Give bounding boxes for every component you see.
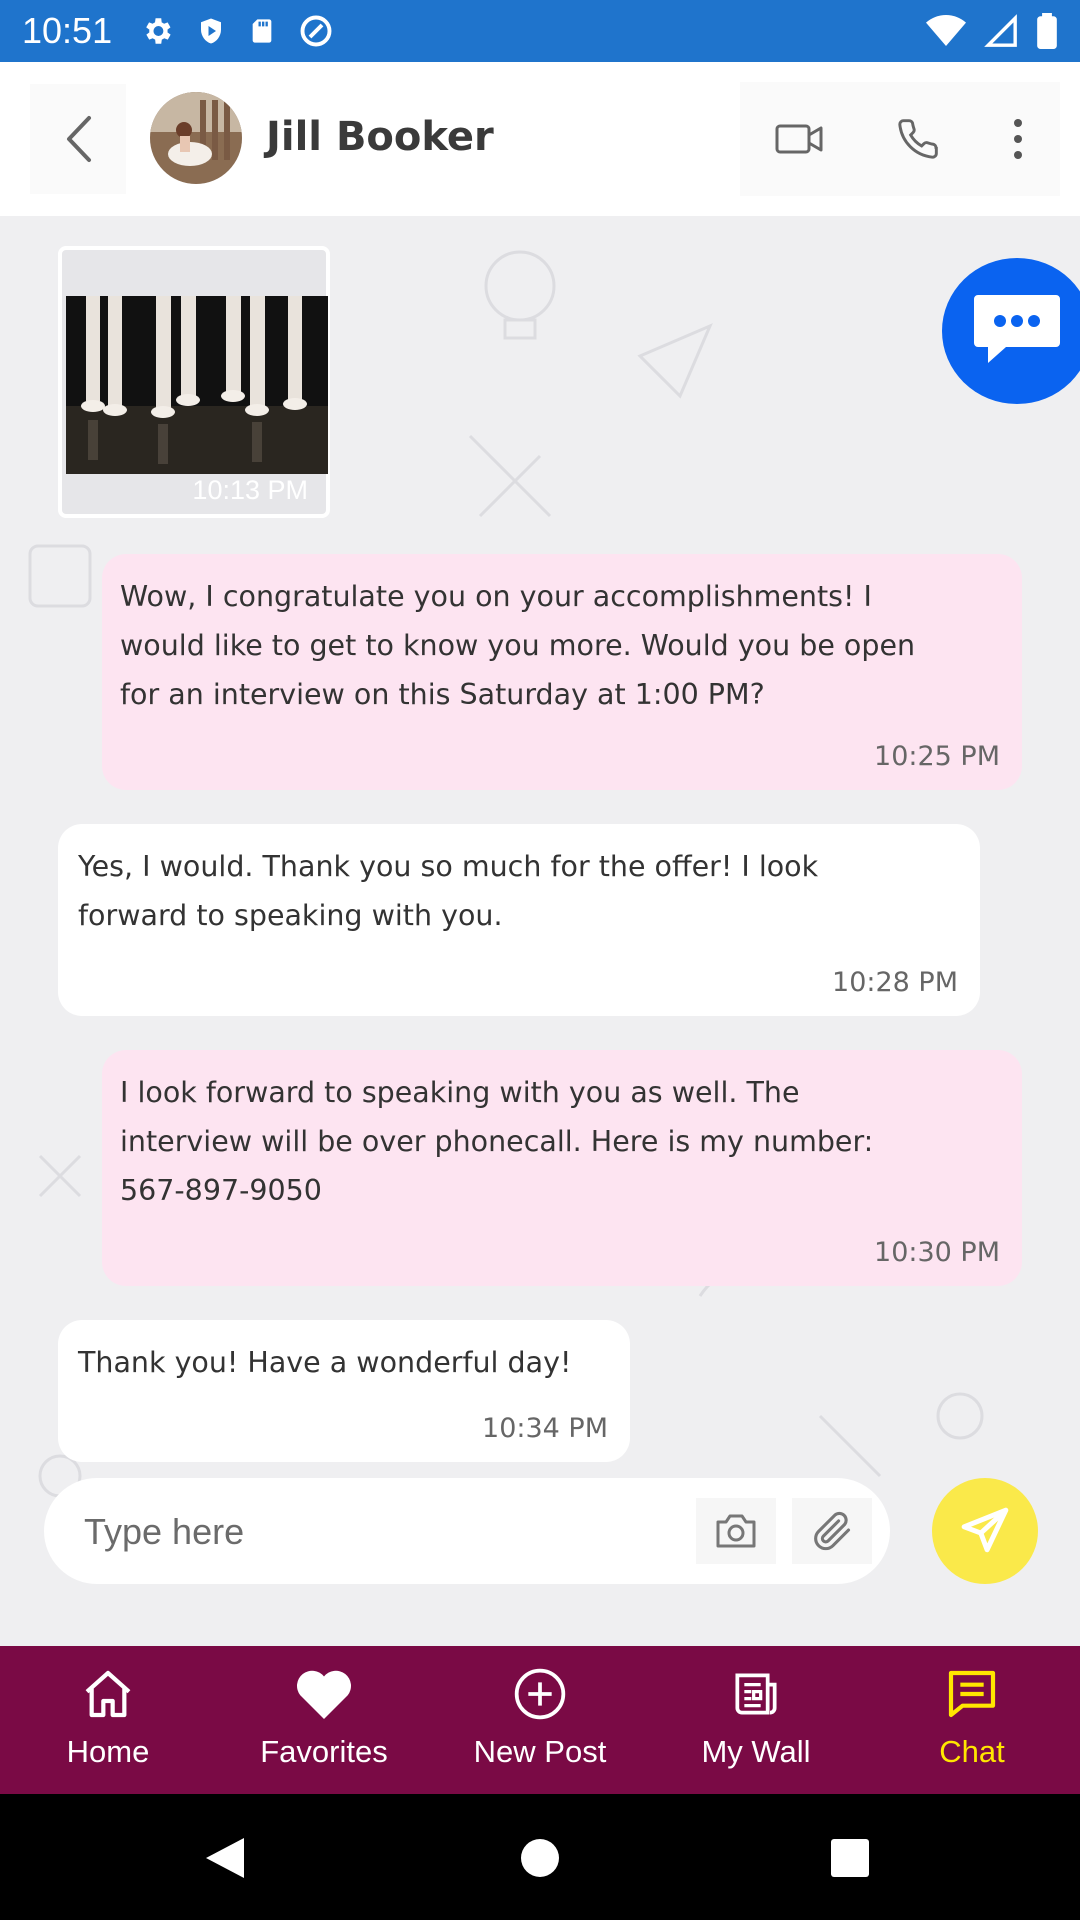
- system-back-icon[interactable]: [204, 1836, 246, 1880]
- wifi-icon: [926, 15, 966, 46]
- nav-label: Chat: [939, 1734, 1005, 1769]
- contact-avatar[interactable]: [150, 92, 242, 184]
- camera-icon: [716, 1514, 756, 1548]
- nav-home[interactable]: Home: [0, 1646, 216, 1794]
- chat-header: Jill Booker: [0, 62, 1080, 216]
- system-home-icon[interactable]: [520, 1838, 560, 1878]
- ballet-photo[interactable]: [66, 296, 328, 474]
- nav-label: New Post: [473, 1734, 607, 1769]
- at-sign-icon: [300, 15, 332, 47]
- heart-icon: [296, 1670, 352, 1719]
- status-time: 10:51: [22, 10, 113, 51]
- outgoing-message[interactable]: I look forward to speaking with you as w…: [102, 1050, 1022, 1286]
- send-icon: [961, 1507, 1009, 1553]
- more-vertical-icon[interactable]: [1011, 117, 1025, 161]
- message-line: interview will be over phonecall. Here i…: [120, 1125, 874, 1158]
- message-time: 10:34 PM: [482, 1413, 608, 1444]
- message-input[interactable]: [82, 1502, 646, 1562]
- phone-call-icon[interactable]: [896, 117, 940, 161]
- nav-label: Favorites: [260, 1734, 388, 1769]
- nav-my-wall[interactable]: My Wall: [648, 1646, 864, 1794]
- message-line: forward to speaking with you.: [78, 899, 503, 932]
- outgoing-message[interactable]: Wow, I congratulate you on your accompli…: [102, 554, 1022, 790]
- message-time: 10:25 PM: [874, 741, 1000, 772]
- settings-gear-icon: [146, 18, 171, 44]
- image-message[interactable]: 10:13 PM: [58, 246, 330, 518]
- message-line: Thank you! Have a wonderful day!: [78, 1346, 572, 1379]
- nav-chat[interactable]: Chat: [864, 1646, 1080, 1794]
- plus-circle-icon: [514, 1668, 566, 1720]
- chevron-left-icon: [67, 116, 91, 162]
- cell-signal-icon: [984, 14, 1017, 47]
- contact-name: Jill Booker: [266, 114, 494, 160]
- message-time: 10:30 PM: [874, 1237, 1000, 1268]
- nav-label: Home: [66, 1734, 150, 1769]
- message-line: I look forward to speaking with you as w…: [120, 1076, 800, 1109]
- camera-button[interactable]: [696, 1498, 776, 1564]
- message-line: for an interview on this Saturday at 1:0…: [120, 678, 765, 711]
- message-composer: [44, 1478, 890, 1584]
- message-line: would like to get to know you more. Woul…: [120, 629, 916, 662]
- system-navigation-bar: [0, 1794, 1080, 1920]
- nav-favorites[interactable]: Favorites: [216, 1646, 432, 1794]
- nav-label: My Wall: [701, 1734, 811, 1769]
- message-line: Yes, I would. Thank you so much for the …: [78, 850, 819, 883]
- chat-dots-icon: [974, 295, 1060, 363]
- message-line: Wow, I congratulate you on your accompli…: [120, 580, 872, 613]
- chat-icon: [948, 1670, 996, 1718]
- home-icon: [85, 1670, 131, 1718]
- message-line: 567-897-9050: [120, 1174, 322, 1207]
- sd-card-icon: [252, 19, 272, 43]
- bottom-navigation: Home Favorites New Post My Wall Chat: [0, 1646, 1080, 1794]
- battery-icon: [1037, 13, 1057, 49]
- system-recents-icon[interactable]: [830, 1838, 870, 1878]
- message-time: 10:28 PM: [832, 967, 958, 998]
- status-bar: 10:51: [0, 0, 1080, 62]
- incoming-message[interactable]: Thank you! Have a wonderful day! 10:34 P…: [58, 1320, 630, 1462]
- chat-bubble-fab[interactable]: [942, 258, 1080, 404]
- attach-button[interactable]: [792, 1498, 872, 1564]
- newspaper-icon: [735, 1673, 777, 1715]
- shield-icon: [201, 18, 222, 44]
- paperclip-icon: [814, 1511, 851, 1551]
- send-button[interactable]: [932, 1478, 1038, 1584]
- back-button[interactable]: [30, 84, 126, 194]
- nav-new-post[interactable]: New Post: [432, 1646, 648, 1794]
- message-time: 10:13 PM: [192, 475, 308, 505]
- video-call-icon[interactable]: [775, 122, 825, 156]
- incoming-message[interactable]: Yes, I would. Thank you so much for the …: [58, 824, 980, 1016]
